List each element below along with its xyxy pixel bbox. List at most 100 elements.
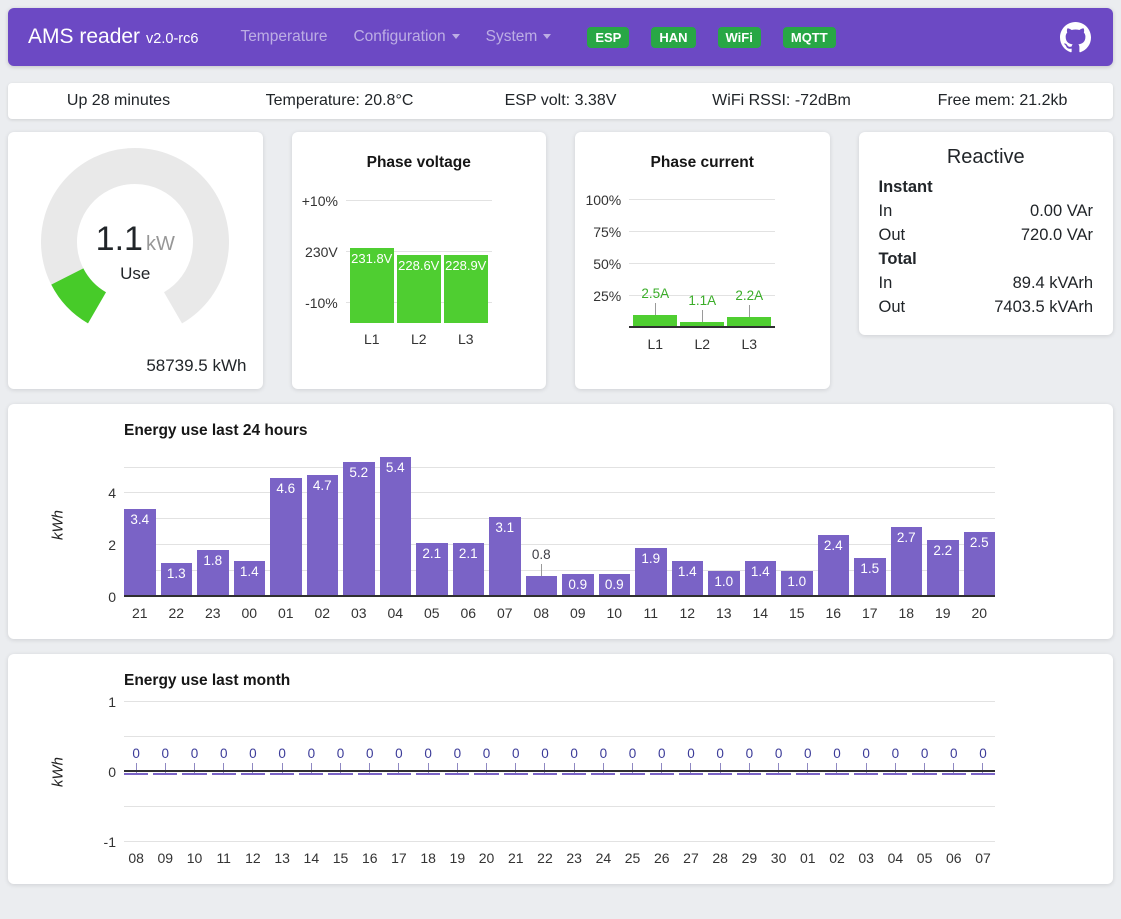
bar-column: 5.4 — [380, 457, 412, 597]
bar-value-label: 0 — [679, 746, 703, 761]
reactive-row-label: In — [879, 199, 893, 223]
x-tick-label: 02 — [307, 605, 339, 621]
bar: 2.7 — [891, 527, 923, 597]
phase-current-chart: 100%75%50%25%2.5A1.1A2.2A L1L2L3 — [629, 188, 775, 352]
bar-column: 1.0 — [708, 571, 740, 597]
bar-column: 0 — [182, 746, 206, 772]
reactive-row-value: 720.0 VAr — [1021, 223, 1093, 247]
reactive-row-label: Out — [879, 223, 906, 247]
label-connector-line — [702, 310, 703, 322]
bar-column: 0 — [766, 746, 790, 772]
bar-value-label: 5.2 — [341, 465, 377, 480]
bar-value-label: 3.1 — [487, 520, 523, 535]
x-tick-label: 22 — [533, 850, 557, 866]
x-tick-label: 05 — [912, 850, 936, 866]
bar-value-label: 2.4 — [816, 538, 852, 553]
bar-value-label: 0 — [971, 746, 995, 761]
bar-value-label: 0 — [912, 746, 936, 761]
x-tick-label: 09 — [562, 605, 594, 621]
bar-column: 0 — [270, 746, 294, 772]
bar — [358, 773, 382, 775]
y-axis-label: kWh — [50, 757, 67, 787]
x-tick-label: 27 — [679, 850, 703, 866]
label-connector-line — [655, 303, 656, 315]
bar: 2.1 — [453, 543, 485, 597]
bar-column: 0 — [299, 746, 323, 772]
status-bar: Up 28 minutesTemperature: 20.8°CESP volt… — [8, 83, 1113, 119]
bar — [212, 773, 236, 775]
energy-month-bars: 000000000000000000000000000000 — [124, 746, 995, 772]
energy-month-plot: kWh10-1000000000000000000000000000000 — [124, 702, 995, 842]
bar-column: 0 — [708, 746, 732, 772]
x-tick-label: L2 — [680, 336, 724, 352]
nav-item-system[interactable]: System — [486, 28, 552, 46]
status-esp-volt: ESP volt: 3.38V — [450, 92, 671, 110]
bar-column: 0 — [416, 746, 440, 772]
y-tick-label: 230V — [302, 243, 338, 261]
power-gauge-card: 1.1kW Use 58739.5 kWh — [8, 132, 263, 389]
bar: 231.8V — [350, 248, 394, 323]
bar-column: 0 — [942, 746, 966, 772]
reactive-row-value: 89.4 kVArh — [1013, 271, 1093, 295]
reactive-row-label: Out — [879, 295, 906, 319]
bar-value-label: 0 — [182, 746, 206, 761]
bar-value-label: 1.0 — [779, 574, 815, 589]
bar: 1.0 — [708, 571, 740, 597]
nav-item-configuration[interactable]: Configuration — [353, 28, 459, 46]
x-tick-label: 23 — [197, 605, 229, 621]
bar-value-label: 0 — [212, 746, 236, 761]
bar-value-label: 3.4 — [122, 512, 158, 527]
bar: 1.4 — [234, 561, 266, 597]
bar-value-label: 0 — [474, 746, 498, 761]
bar-column: 2.4 — [818, 535, 850, 597]
bar-column: 2.1 — [453, 543, 485, 597]
github-link[interactable] — [1060, 22, 1091, 53]
bar-value-label: 0 — [883, 746, 907, 761]
bar-column: 4.6 — [270, 478, 302, 597]
bar — [387, 773, 411, 775]
nav-item-temperature[interactable]: Temperature — [240, 28, 327, 46]
bar-value-label: 0 — [387, 746, 411, 761]
energy-24h-chart: kWh4203.41.31.81.44.64.75.25.42.12.13.10… — [124, 452, 995, 621]
bar-column: 5.2 — [343, 462, 375, 597]
reactive-section-header: Instant — [879, 175, 1094, 199]
x-tick-label: 05 — [416, 605, 448, 621]
x-tick-label: 09 — [153, 850, 177, 866]
bar-column: 228.9V — [444, 255, 488, 323]
x-tick-label: 29 — [737, 850, 761, 866]
bar-column: 0 — [153, 746, 177, 772]
x-tick-label: 21 — [504, 850, 528, 866]
x-tick-label: 20 — [474, 850, 498, 866]
energy-24h-card: Energy use last 24 hours kWh4203.41.31.8… — [8, 404, 1113, 639]
bar — [474, 773, 498, 775]
bar-value-label: 1.4 — [743, 564, 779, 579]
bar-value-label: 2.1 — [451, 546, 487, 561]
bar-column: 0 — [737, 746, 761, 772]
github-icon — [1060, 22, 1091, 53]
x-tick-label: 23 — [562, 850, 586, 866]
bar-column: 0 — [387, 746, 411, 772]
cards-row: 1.1kW Use 58739.5 kWh Phase voltage +10%… — [8, 132, 1113, 389]
bar-value-label: 2.5 — [962, 535, 998, 550]
x-tick-label: 02 — [825, 850, 849, 866]
bar-column: 2.1 — [416, 543, 448, 597]
bar: 0.9 — [599, 574, 631, 597]
bar-value-label: 1.4 — [670, 564, 706, 579]
status-free-mem: Free mem: 21.2kb — [892, 92, 1113, 110]
bar: 1.3 — [161, 563, 193, 597]
badge-wifi: WiFi — [718, 27, 761, 48]
x-tick-label: L1 — [633, 336, 677, 352]
phase-current-plot: 100%75%50%25%2.5A1.1A2.2A — [629, 188, 775, 328]
reactive-rows: InstantIn0.00 VArOut720.0 VArTotalIn89.4… — [879, 175, 1094, 319]
bar: 1.4 — [745, 561, 777, 597]
x-tick-label: 07 — [489, 605, 521, 621]
bar-column: 2.5A — [633, 286, 677, 328]
y-axis-label: kWh — [50, 510, 67, 540]
bar: 2.2 — [927, 540, 959, 597]
status-wifi-rssi: WiFi RSSI: -72dBm — [671, 92, 892, 110]
phase-current-title: Phase current — [575, 154, 830, 172]
phase-current-x-labels: L1L2L3 — [629, 336, 775, 352]
bar-column: 3.4 — [124, 509, 156, 597]
energy-24h-bars: 3.41.31.81.44.64.75.25.42.12.13.10.80.90… — [124, 457, 995, 597]
bar-column: 0 — [854, 746, 878, 772]
